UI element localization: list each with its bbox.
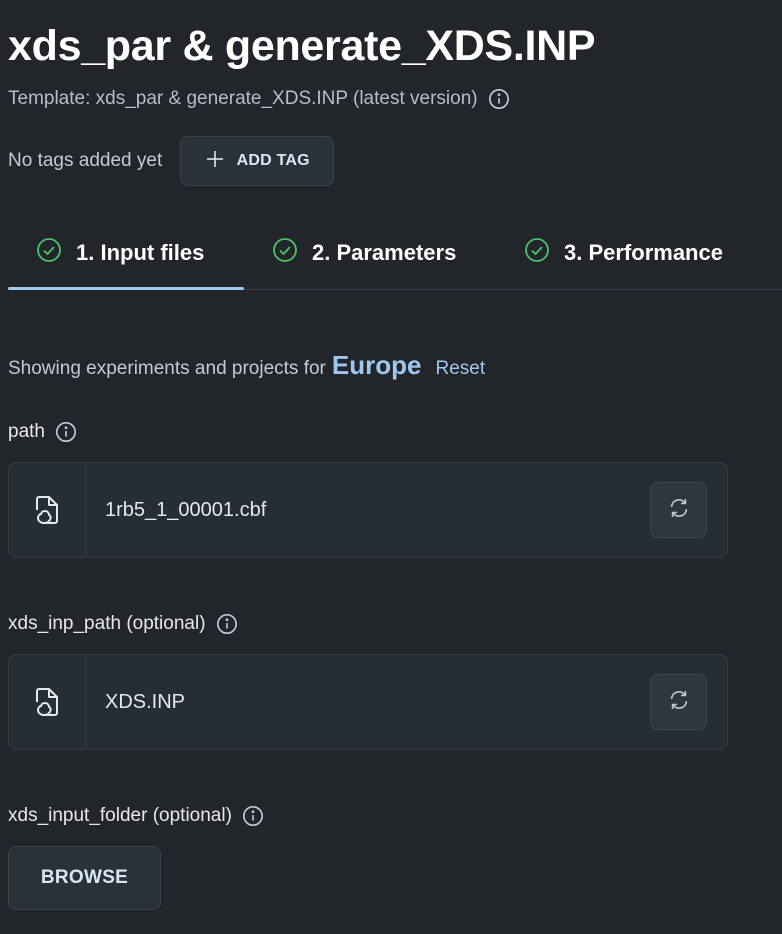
xds-inp-path-value: XDS.INP: [105, 690, 186, 713]
check-circle-icon: [524, 237, 550, 269]
region-selector: Showing experiments and projects for Eur…: [8, 350, 485, 381]
template-subtitle-text: Template: xds_par & generate_XDS.INP (la…: [8, 88, 478, 109]
xds-inp-path-info-icon[interactable]: [216, 613, 238, 635]
tab-parameters[interactable]: 2. Parameters: [272, 216, 456, 290]
xds-inp-path-file-input[interactable]: XDS.INP: [8, 654, 728, 750]
browse-button[interactable]: BROWSE: [8, 846, 161, 910]
add-tag-button[interactable]: ADD TAG: [180, 136, 335, 186]
file-icon: [9, 655, 86, 749]
step-tabs: 1. Input files 2. Parameters 3. Performa…: [8, 216, 782, 290]
path-info-icon[interactable]: [55, 421, 77, 443]
path-value: 1rb5_1_00001.cbf: [105, 498, 267, 521]
plus-icon: [205, 149, 225, 174]
active-tab-indicator: [8, 287, 244, 290]
check-circle-icon: [272, 237, 298, 269]
add-tag-label: ADD TAG: [236, 152, 310, 169]
page-title: xds_par & generate_XDS.INP: [8, 22, 596, 70]
template-page: xds_par & generate_XDS.INP Template: xds…: [0, 0, 782, 934]
region-prefix: Showing experiments and projects for: [8, 358, 326, 379]
reset-region-link[interactable]: Reset: [435, 358, 485, 380]
tab-parameters-label: 2. Parameters: [312, 240, 457, 265]
tab-input-files-label: 1. Input files: [76, 240, 205, 265]
path-refresh-button[interactable]: [650, 482, 707, 538]
refresh-icon: [668, 689, 690, 716]
tab-input-files[interactable]: 1. Input files: [36, 216, 204, 290]
check-circle-icon: [36, 237, 62, 269]
path-field-label: path: [8, 421, 77, 443]
no-tags-text: No tags added yet: [8, 150, 163, 171]
xds-input-folder-info-icon[interactable]: [242, 805, 264, 827]
xds-inp-path-refresh-button[interactable]: [650, 674, 707, 730]
xds-inp-path-label-text: xds_inp_path (optional): [8, 613, 206, 634]
xds-input-folder-field-label: xds_input_folder (optional): [8, 805, 264, 827]
path-file-input[interactable]: 1rb5_1_00001.cbf: [8, 462, 728, 558]
file-icon: [9, 463, 86, 557]
path-label-text: path: [8, 421, 45, 442]
template-subtitle: Template: xds_par & generate_XDS.INP (la…: [8, 88, 510, 110]
tab-performance[interactable]: 3. Performance: [524, 216, 723, 290]
tab-performance-label: 3. Performance: [564, 240, 723, 265]
xds-inp-path-field-label: xds_inp_path (optional): [8, 613, 238, 635]
refresh-icon: [668, 497, 690, 524]
template-info-icon[interactable]: [488, 88, 510, 110]
region-name: Europe: [331, 350, 422, 380]
xds-input-folder-label-text: xds_input_folder (optional): [8, 805, 232, 826]
tags-row: No tags added yet ADD TAG: [8, 136, 335, 186]
